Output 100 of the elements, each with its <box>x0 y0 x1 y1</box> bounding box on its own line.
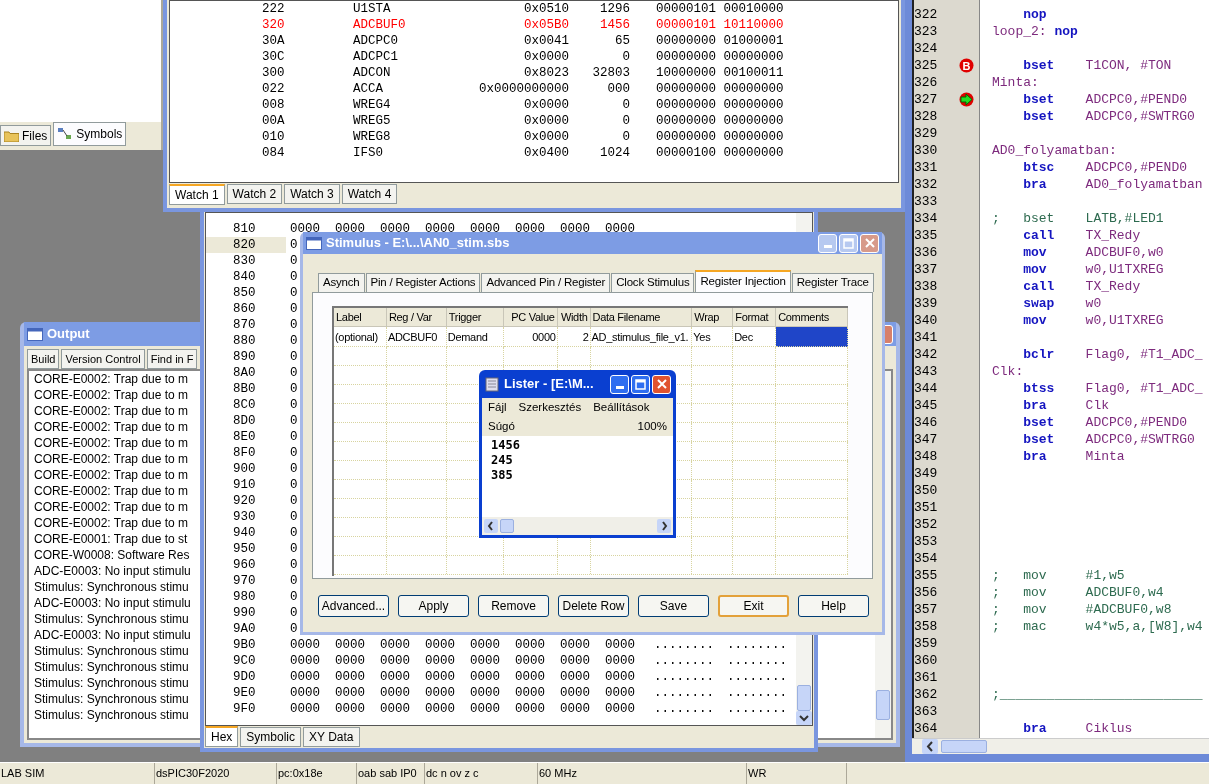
dialog-button[interactable]: Exit <box>718 595 789 617</box>
dialog-button[interactable]: Remove <box>478 595 549 617</box>
tab[interactable]: Version Control <box>61 349 145 369</box>
address-cell[interactable]: 9C0 <box>206 653 286 669</box>
menu-item[interactable]: Fájl <box>488 399 507 417</box>
horizontal-scrollbar[interactable] <box>912 738 1209 754</box>
table-cell[interactable]: 0000 <box>503 327 558 347</box>
address-cell[interactable]: 8A0 <box>206 365 286 381</box>
address-cell[interactable]: 9A0 <box>206 621 286 637</box>
address-cell[interactable]: 9B0 <box>206 637 286 653</box>
minimize-button[interactable] <box>610 374 629 394</box>
address-cell[interactable]: 910 <box>206 477 286 493</box>
column-header[interactable]: Trigger <box>446 308 504 327</box>
address-cell[interactable]: 8E0 <box>206 429 286 445</box>
address-cell[interactable]: 880 <box>206 333 286 349</box>
column-header[interactable]: Format <box>733 308 777 327</box>
address-cell[interactable]: 850 <box>206 285 286 301</box>
tab[interactable]: Symbolic <box>240 727 302 747</box>
scrollbar-thumb[interactable] <box>876 690 890 720</box>
table-cell[interactable]: AD_stimulus_file_v1. <box>590 327 693 347</box>
table-cell[interactable]: Demand <box>446 327 504 347</box>
address-cell[interactable]: 870 <box>206 317 286 333</box>
address-cell[interactable]: 830 <box>206 253 286 269</box>
tab[interactable]: Watch 4 <box>341 184 398 204</box>
watch-row[interactable]: 30C ADCPC1 0x0000 0 00000000 00000000 <box>170 49 898 65</box>
scroll-left-icon[interactable] <box>484 519 498 533</box>
current-line-arrow-icon[interactable] <box>959 92 974 107</box>
watch-row[interactable]: 022 ACCA 0x0000000000 000 00000000 00000000 <box>170 81 898 97</box>
watch-row[interactable]: 084 IFS0 0x0400 1024 00000100 00000000 <box>170 145 898 161</box>
watch-row[interactable]: 30A ADCPC0 0x0041 65 00000000 01000001 <box>170 33 898 49</box>
scrollbar-thumb[interactable] <box>941 740 987 753</box>
tab[interactable]: Register Trace <box>791 273 874 292</box>
address-cell[interactable]: 9D0 <box>206 669 286 685</box>
tab[interactable]: Hex <box>205 726 239 747</box>
column-header[interactable]: PC Value <box>503 308 558 327</box>
watch-row[interactable]: 222 U1STA 0x0510 1296 00000101 00010000 <box>170 1 898 17</box>
close-button[interactable] <box>652 374 671 394</box>
address-cell[interactable]: 890 <box>206 349 286 365</box>
tab[interactable]: Build <box>27 349 60 369</box>
table-cell[interactable]: 2 <box>557 327 591 347</box>
maximize-button[interactable] <box>631 374 650 394</box>
column-header[interactable]: Reg / Var <box>386 308 447 327</box>
address-cell[interactable]: 940 <box>206 525 286 541</box>
watch-row[interactable]: 300 ADCON 0x8023 32803 10000000 00100011 <box>170 65 898 81</box>
tab[interactable]: Find in F <box>146 349 198 369</box>
dialog-button[interactable]: Advanced... <box>318 595 389 617</box>
table-cell[interactable] <box>776 327 848 347</box>
watch-row[interactable]: 320 ADCBUF0 0x05B0 1456 00000101 10110000 <box>170 17 898 33</box>
address-cell[interactable]: 9E0 <box>206 685 286 701</box>
address-cell[interactable]: 8B0 <box>206 381 286 397</box>
tab[interactable]: Register Injection <box>695 270 791 292</box>
tab[interactable]: Clock Stimulus <box>611 273 695 292</box>
tab[interactable]: Watch 1 <box>169 184 225 205</box>
scrollbar-thumb[interactable] <box>797 685 811 711</box>
address-cell[interactable]: 840 <box>206 269 286 285</box>
address-cell[interactable]: 980 <box>206 589 286 605</box>
address-cell[interactable]: 930 <box>206 509 286 525</box>
dialog-button[interactable]: Help <box>798 595 869 617</box>
dialog-button[interactable]: Delete Row <box>558 595 629 617</box>
address-cell[interactable]: 960 <box>206 557 286 573</box>
menu-item[interactable]: Beállítások <box>593 399 650 417</box>
address-cell[interactable]: 9F0 <box>206 701 286 717</box>
address-cell[interactable]: 8C0 <box>206 397 286 413</box>
panel-tab[interactable]: Files <box>0 125 52 146</box>
address-cell[interactable]: 810 <box>206 221 286 237</box>
address-cell[interactable]: 900 <box>206 461 286 477</box>
horizontal-scrollbar[interactable] <box>482 517 673 535</box>
panel-tab[interactable]: Symbols <box>53 122 127 146</box>
watch-row[interactable]: 008 WREG4 0x0000 0 00000000 00000000 <box>170 97 898 113</box>
address-cell[interactable]: 820 <box>206 237 286 253</box>
tab[interactable]: Watch 2 <box>226 184 283 204</box>
address-cell[interactable]: 920 <box>206 493 286 509</box>
column-header[interactable]: Wrap <box>692 308 734 327</box>
scroll-right-icon[interactable] <box>657 519 671 533</box>
dialog-button[interactable]: Save <box>638 595 709 617</box>
address-cell[interactable]: 860 <box>206 301 286 317</box>
scroll-down-icon[interactable] <box>796 711 812 725</box>
menu-item[interactable]: Szerkesztés <box>518 399 582 417</box>
tab[interactable]: Pin / Register Actions <box>365 273 481 292</box>
watch-row[interactable]: 00A WREG5 0x0000 0 00000000 00000000 <box>170 113 898 129</box>
empty-grid-row[interactable] <box>334 556 848 575</box>
tab[interactable]: Watch 3 <box>284 184 340 204</box>
address-cell[interactable]: 990 <box>206 605 286 621</box>
watch-row[interactable]: 010 WREG8 0x0000 0 00000000 00000000 <box>170 129 898 145</box>
scroll-left-icon[interactable] <box>922 739 938 754</box>
tab[interactable]: XY Data <box>303 727 360 747</box>
menu-item[interactable]: Súgó <box>488 418 515 436</box>
address-cell[interactable]: 8D0 <box>206 413 286 429</box>
column-header[interactable]: Width <box>557 308 591 327</box>
address-cell[interactable]: 950 <box>206 541 286 557</box>
table-cell[interactable]: (optional) <box>334 327 387 347</box>
dialog-button[interactable]: Apply <box>398 595 469 617</box>
column-header[interactable]: Data Filename <box>590 308 693 327</box>
table-cell[interactable]: ADCBUF0 <box>386 327 447 347</box>
tab[interactable]: Advanced Pin / Register <box>481 273 611 292</box>
address-cell[interactable]: 970 <box>206 573 286 589</box>
tab[interactable]: Asynch <box>318 273 365 292</box>
table-cell[interactable]: Yes <box>692 327 734 347</box>
address-cell[interactable]: 8F0 <box>206 445 286 461</box>
scrollbar-thumb[interactable] <box>500 519 514 533</box>
